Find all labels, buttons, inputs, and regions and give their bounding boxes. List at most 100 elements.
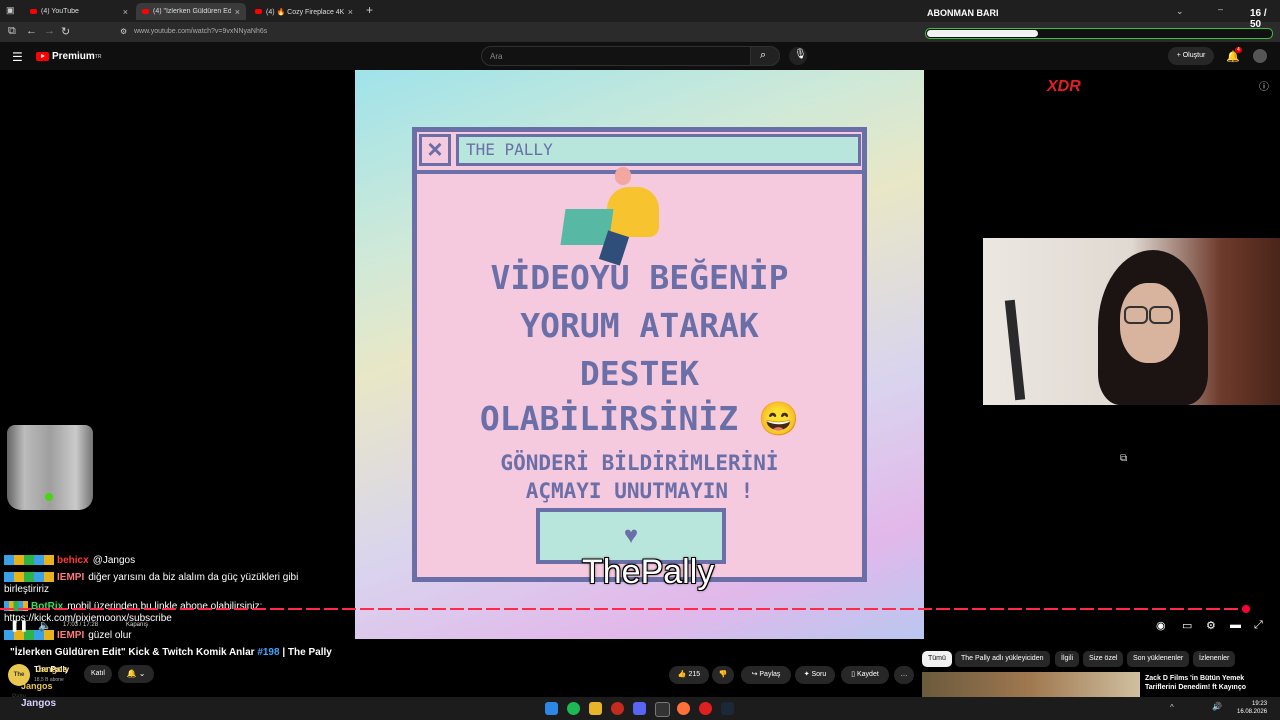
site-info-icon[interactable]: ⚙ bbox=[120, 27, 127, 36]
opera-icon[interactable] bbox=[611, 702, 624, 715]
windows-start-icon[interactable] bbox=[545, 702, 558, 715]
autoplay-toggle-icon[interactable]: ◉ bbox=[1156, 619, 1166, 632]
chat-message: IEMPI diğer yarısını da biz alalım da güç… bbox=[4, 572, 334, 596]
search-icon: ⌕ bbox=[760, 49, 767, 61]
pause-icon[interactable]: ❚❚ bbox=[10, 619, 28, 632]
brand-region: TR bbox=[94, 53, 102, 60]
steam-icon[interactable] bbox=[721, 702, 734, 715]
miniplayer-icon[interactable]: ⧉ bbox=[1120, 453, 1127, 464]
close-tab-icon[interactable]: × bbox=[235, 7, 240, 17]
chat-username: IEMPI bbox=[57, 630, 85, 641]
back-icon[interactable]: ← bbox=[26, 25, 37, 37]
tab-youtube[interactable]: (4) YouTube × bbox=[24, 3, 134, 20]
spotify-icon[interactable] bbox=[567, 702, 580, 715]
save-label: Kaydet bbox=[857, 671, 879, 678]
subtitles-icon[interactable]: ▭ bbox=[1182, 619, 1192, 632]
chevron-down-icon[interactable]: ⌄ bbox=[1176, 6, 1184, 17]
join-button[interactable]: Katıl bbox=[84, 665, 112, 683]
video-title-prefix: "İzlerken Güldüren Edit" Kick & Twitch K… bbox=[10, 647, 258, 658]
ask-label: Soru bbox=[811, 671, 827, 678]
share-button[interactable]: ↪ Paylaş bbox=[741, 666, 791, 684]
more-actions-button[interactable]: … bbox=[894, 666, 914, 684]
recommendation-title[interactable]: Zack D Films 'in Bütün Yemek Tariflerini… bbox=[1145, 674, 1275, 692]
chip-from-uploader[interactable]: The Pally adlı yükleyiciden bbox=[955, 651, 1050, 667]
minimize-icon[interactable]: – bbox=[1218, 4, 1223, 14]
chat-footer-user: Jangos bbox=[36, 664, 68, 674]
chat-text: @Jangos bbox=[92, 555, 136, 566]
search-input[interactable]: Ara bbox=[481, 46, 751, 66]
chat-text: güzel olur bbox=[88, 630, 132, 641]
chip-recent[interactable]: Son yüklenenler bbox=[1127, 651, 1190, 667]
chapter-label[interactable]: Kapanış bbox=[126, 622, 148, 628]
share-label: Paylaş bbox=[759, 671, 781, 678]
close-tab-icon[interactable]: × bbox=[123, 7, 128, 17]
line-support: DESTEK bbox=[579, 354, 700, 393]
close-tab-icon[interactable]: × bbox=[348, 7, 353, 17]
chat-username: IEMPI bbox=[57, 572, 85, 583]
terminal-icon[interactable] bbox=[655, 702, 670, 717]
save-button[interactable]: ▯ Kaydet bbox=[841, 666, 889, 684]
volume-icon[interactable]: 🔈 bbox=[38, 619, 52, 632]
url-field[interactable]: www.youtube.com/watch?v=9vxNNyaNh6s bbox=[134, 25, 914, 39]
youtube-logo[interactable]: Premium TR bbox=[36, 51, 101, 62]
voice-search-button[interactable]: 🎙 bbox=[789, 47, 807, 65]
create-button[interactable]: + Oluştur bbox=[1168, 47, 1214, 65]
subscribed-bell-button[interactable]: 🔔 ⌄ bbox=[118, 665, 154, 683]
subscriber-bar-title: ABONMAN BARI bbox=[927, 8, 999, 18]
new-tab-button[interactable]: + bbox=[366, 3, 373, 17]
brand-label: Premium bbox=[52, 51, 95, 62]
chip-all[interactable]: Tümü bbox=[922, 651, 952, 667]
dislike-button[interactable]: 👎 bbox=[712, 666, 734, 684]
firefox-icon[interactable] bbox=[677, 702, 690, 715]
file-explorer-icon[interactable] bbox=[589, 702, 602, 715]
line-can-be: OLABİLİRSİNİZ 😄 bbox=[479, 399, 800, 438]
clock[interactable]: 19:23 16.08.2026 bbox=[1237, 700, 1267, 716]
forward-icon[interactable]: → bbox=[44, 25, 55, 37]
person-illustration bbox=[560, 165, 663, 266]
menu-icon[interactable]: ☰ bbox=[12, 50, 23, 64]
tab-actions-icon[interactable]: ⧉ bbox=[8, 25, 16, 38]
reload-icon[interactable]: ↻ bbox=[61, 25, 70, 38]
sparkle-icon: ✦ bbox=[803, 671, 812, 678]
chip-watched[interactable]: İzlenenler bbox=[1193, 651, 1236, 667]
seek-handle[interactable] bbox=[1242, 605, 1250, 613]
chat-username: BotRix bbox=[31, 601, 64, 612]
video-title: "İzlerken Güldüren Edit" Kick & Twitch K… bbox=[10, 647, 332, 658]
volume-tray-icon[interactable]: 🔊 bbox=[1212, 702, 1222, 711]
kick-icon bbox=[45, 493, 53, 501]
xdr-logo-text: XDR bbox=[1047, 78, 1081, 95]
chat-footer-user: Jangos bbox=[21, 698, 57, 709]
hashtag-link[interactable]: #198 bbox=[257, 647, 279, 658]
discord-icon[interactable] bbox=[633, 702, 646, 715]
youtube-favicon-icon bbox=[255, 9, 262, 14]
search-button[interactable]: ⌕ bbox=[750, 46, 780, 66]
sidebar-toggle-icon[interactable]: ▣ bbox=[6, 5, 15, 16]
line-like: VİDEOYU BEĞENİP bbox=[490, 258, 789, 297]
glasses-left bbox=[1124, 306, 1148, 324]
xdr-logo: XDR bbox=[1047, 78, 1081, 96]
tray-chevron-icon[interactable]: ^ bbox=[1170, 703, 1174, 712]
tab-label: (4) 🔥 Cozy Fireplace 4K (12 H bbox=[266, 8, 344, 16]
tab-fireplace[interactable]: (4) 🔥 Cozy Fireplace 4K (12 H × bbox=[249, 3, 359, 20]
recommendation-thumbnail[interactable] bbox=[922, 672, 1140, 698]
ask-button[interactable]: ✦ Soru bbox=[795, 666, 835, 684]
obs-icon[interactable] bbox=[699, 702, 712, 715]
chip-for-you[interactable]: Size özel bbox=[1083, 651, 1124, 667]
youtube-favicon-icon bbox=[30, 9, 37, 14]
theater-mode-icon[interactable]: ▬ bbox=[1230, 619, 1241, 631]
subscriber-progress-fill bbox=[927, 30, 1038, 37]
settings-gear-icon[interactable]: ⚙ bbox=[1206, 619, 1216, 632]
time-display: 17:03 / 17:28 bbox=[63, 622, 99, 628]
microphone-icon: 🎙 bbox=[794, 49, 807, 60]
chip-related[interactable]: İlgili bbox=[1055, 651, 1080, 667]
like-count: 215 bbox=[688, 671, 701, 678]
fullscreen-icon[interactable]: ⤢ bbox=[1254, 619, 1263, 632]
tab-izlerken[interactable]: (4) "İzlerken Güldüren Edit" × bbox=[136, 3, 246, 20]
chat-username: behicx bbox=[57, 555, 89, 566]
avatar[interactable] bbox=[1253, 49, 1267, 63]
like-button[interactable]: 👍 215 bbox=[669, 666, 709, 684]
seek-bar[interactable] bbox=[0, 608, 1246, 610]
youtube-play-icon bbox=[36, 52, 49, 61]
create-label: Oluştur bbox=[1182, 52, 1206, 59]
info-icon[interactable]: ⓘ bbox=[1259, 78, 1269, 93]
